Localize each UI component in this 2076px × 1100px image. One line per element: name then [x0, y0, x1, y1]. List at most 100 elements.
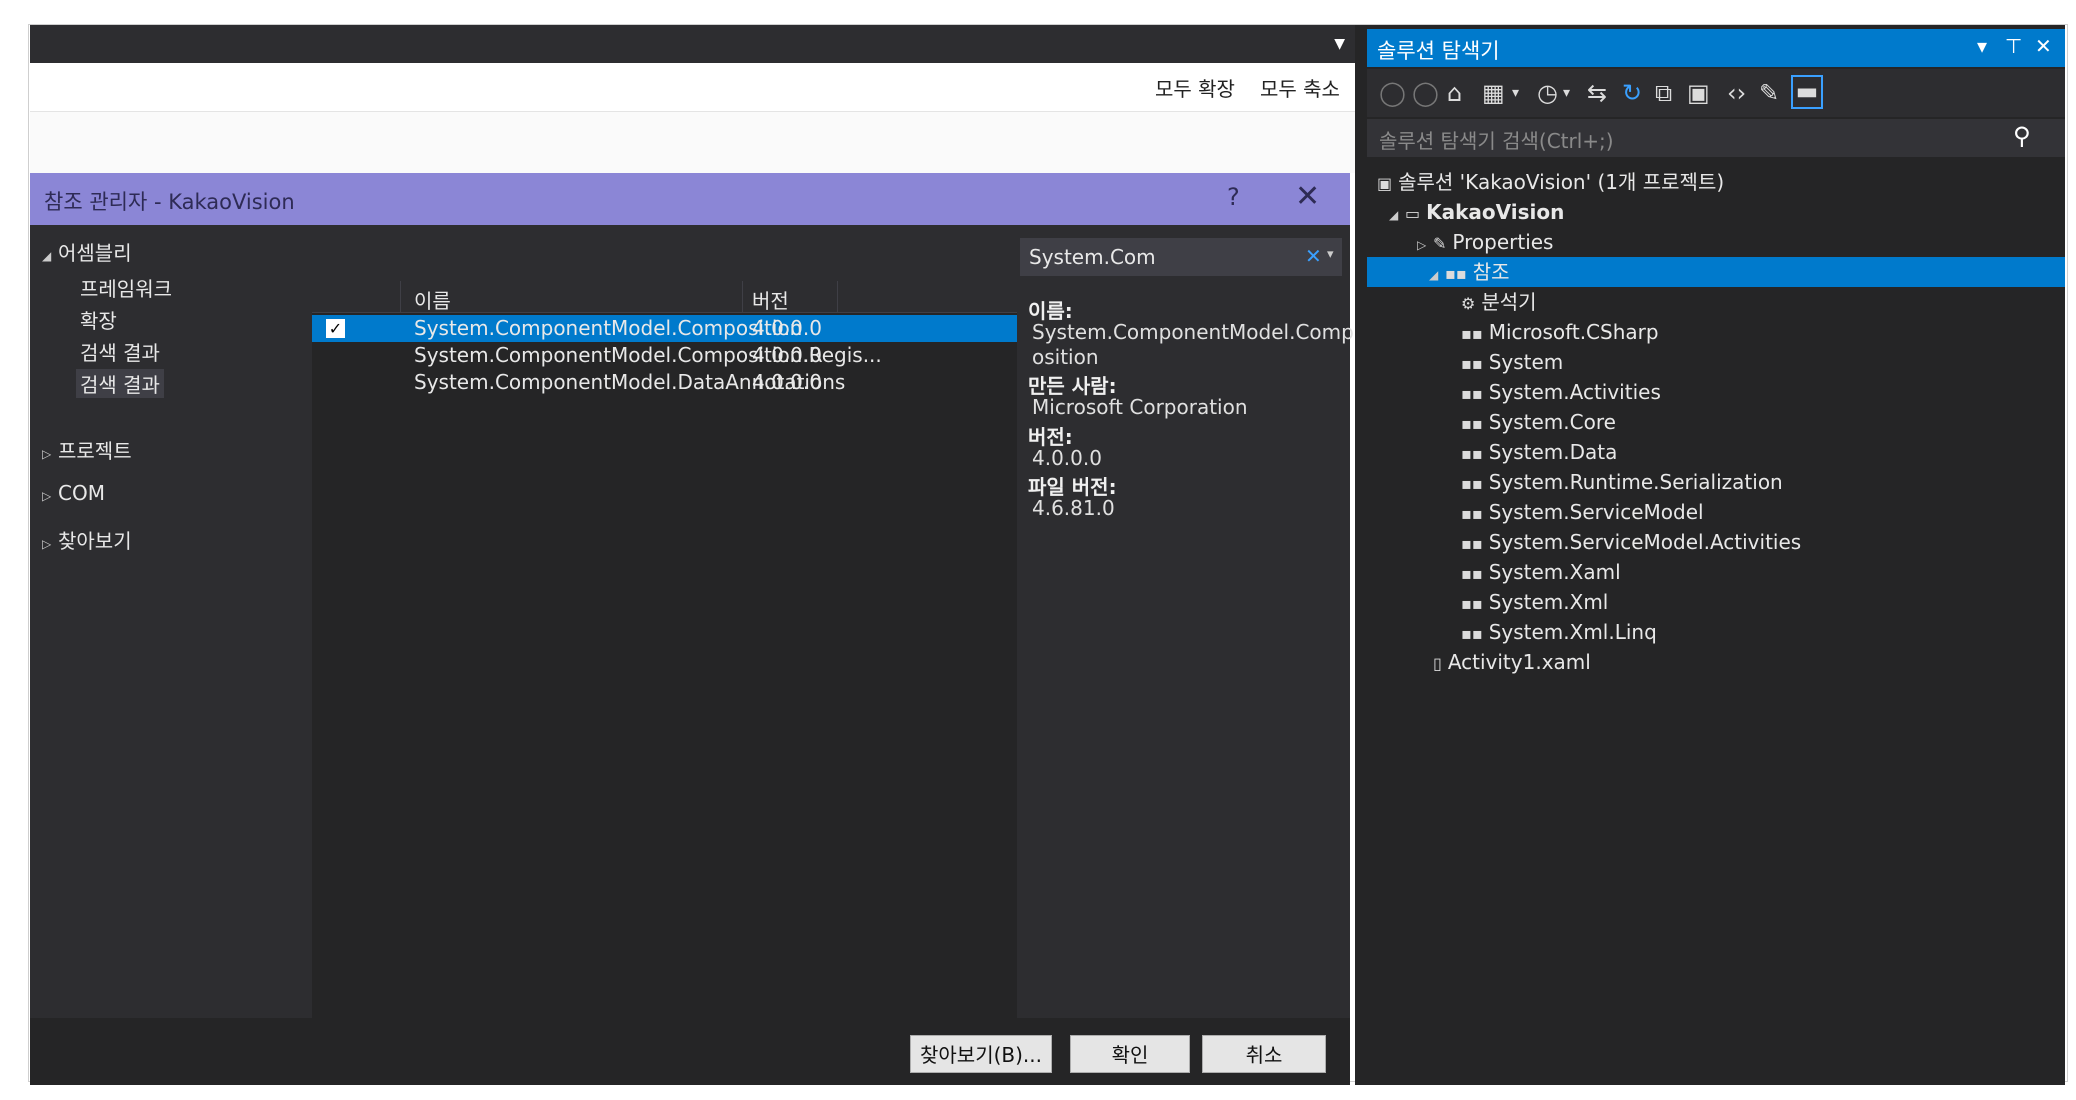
close-icon[interactable]: ✕ [2035, 34, 2052, 58]
expand-collapse-bar: 모두 확장 모두 축소 [30, 63, 1355, 111]
browse-button[interactable]: 찾아보기(B)... [910, 1035, 1052, 1073]
tree-item-reference[interactable]: ▪▪ System.ServiceModel [1461, 497, 1704, 527]
reference-icon: ▪▪ [1461, 444, 1483, 463]
reference-icon: ▪▪ [1461, 564, 1483, 583]
tree-item-solution[interactable]: ▣ 솔루션 'KakaoVision' (1개 프로젝트) [1377, 167, 1724, 197]
assembly-grid: 이름 버전 ✓ System.ComponentModel.Compositio… [312, 281, 1017, 1018]
tree-item-references[interactable]: ◢ ▪▪ 참조 [1367, 257, 2065, 287]
nav-search-results-2[interactable]: 검색 결과 [76, 369, 164, 398]
sync-icon[interactable]: ⇆ [1587, 79, 1607, 107]
tree-item-reference[interactable]: ▪▪ System.Activities [1461, 377, 1661, 407]
chevron-down-icon[interactable]: ▾ [1563, 85, 1570, 101]
search-placeholder: 솔루션 탐색기 검색(Ctrl+;) [1379, 129, 1614, 153]
row-version: 4.0.0.0 [752, 316, 822, 340]
tree-item-analyzers[interactable]: ⚙ 분석기 [1461, 287, 1537, 317]
expanded-triangle-icon: ◢ [1389, 208, 1399, 222]
pin-icon[interactable]: ⊤ [2005, 34, 2022, 58]
solution-icon: ▣ [1377, 174, 1393, 193]
tree-item-reference[interactable]: ▪▪ System [1461, 347, 1563, 377]
column-version-header[interactable]: 버전 [752, 285, 789, 314]
view-code-icon[interactable]: ‹› [1727, 79, 1746, 107]
tree-item-reference[interactable]: ▪▪ System.Runtime.Serialization [1461, 467, 1783, 497]
search-icon[interactable]: ⚲ [2013, 122, 2031, 150]
editor-area [30, 111, 1355, 173]
reference-icon: ▪▪ [1445, 264, 1467, 283]
tree-item-reference[interactable]: ▪▪ System.ServiceModel.Activities [1461, 527, 1801, 557]
nav-assemblies[interactable]: ◢ 어셈블리 [42, 237, 132, 266]
search-dropdown-icon[interactable]: ▾ [1327, 247, 1334, 262]
nav-search-results-1[interactable]: 검색 결과 [80, 337, 160, 366]
expand-all-link[interactable]: 모두 확장 [1155, 73, 1235, 102]
reference-icon: ▪▪ [1461, 354, 1483, 373]
detail-name-line2: osition [1032, 345, 1099, 369]
collapsed-triangle-icon: ▷ [42, 537, 52, 551]
nav-com[interactable]: ▷ COM [42, 481, 105, 505]
solution-explorer-panel: 솔루션 탐색기 ▾ ⊤ ✕ ◯ ◯ ⌂ ▦ ▾ ◷ ▾ ⇆ ↻ ⧉ ▣ ‹› ✎… [1355, 25, 2065, 1085]
caret-down-icon[interactable]: ▼ [1334, 36, 1345, 52]
column-divider [400, 281, 401, 313]
show-all-files-icon[interactable]: ▣ [1687, 79, 1710, 107]
back-icon[interactable]: ◯ [1379, 79, 1406, 107]
analyzer-icon: ⚙ [1461, 294, 1476, 313]
tree-item-reference[interactable]: ▪▪ Microsoft.CSharp [1461, 317, 1659, 347]
reference-manager-dialog: 참조 관리자 - KakaoVision ? ✕ ◢ 어셈블리 프레임워크 확장 … [30, 173, 1354, 1085]
tree-item-reference[interactable]: ▪▪ System.Core [1461, 407, 1616, 437]
reference-icon: ▪▪ [1461, 324, 1483, 343]
nav-framework[interactable]: 프레임워크 [80, 273, 172, 302]
detail-author: Microsoft Corporation [1032, 395, 1248, 419]
xaml-file-icon: ▯ [1433, 654, 1442, 673]
help-button[interactable]: ? [1227, 183, 1240, 211]
tree-item-reference[interactable]: ▪▪ System.Data [1461, 437, 1617, 467]
search-input[interactable]: System.Com ✕ ▾ [1020, 238, 1342, 276]
expanded-triangle-icon: ◢ [42, 249, 52, 263]
document-tab-bar: ▼ [30, 25, 1355, 63]
cancel-button[interactable]: 취소 [1202, 1035, 1326, 1073]
nav-browse[interactable]: ▷ 찾아보기 [42, 525, 132, 554]
search-value: System.Com [1029, 245, 1156, 269]
expanded-triangle-icon: ◢ [1429, 268, 1439, 282]
column-divider [837, 281, 838, 313]
collapsed-triangle-icon: ▷ [42, 447, 52, 461]
tree-item-reference[interactable]: ▪▪ System.Xaml [1461, 557, 1621, 587]
reference-icon: ▪▪ [1461, 624, 1483, 643]
dialog-title-bar: 참조 관리자 - KakaoVision ? ✕ [30, 173, 1350, 225]
dialog-title: 참조 관리자 - KakaoVision [44, 190, 295, 214]
home-icon[interactable]: ⌂ [1447, 79, 1462, 107]
column-name-header[interactable]: 이름 [414, 285, 451, 314]
clear-search-icon[interactable]: ✕ [1305, 244, 1322, 268]
tree-item-properties[interactable]: ▷ ✎ Properties [1417, 227, 1553, 257]
chevron-down-icon[interactable]: ▾ [1512, 85, 1519, 101]
forward-icon[interactable]: ◯ [1412, 79, 1439, 107]
row-name: System.ComponentModel.Composition [414, 316, 803, 340]
nav-extensions[interactable]: 확장 [80, 305, 117, 334]
detail-name-line1: System.ComponentModel.Comp [1032, 320, 1354, 344]
properties-wrench-icon[interactable]: ✎ [1759, 79, 1779, 107]
search-input[interactable]: 솔루션 탐색기 검색(Ctrl+;) ⚲ [1367, 119, 2065, 157]
preview-selected-icon[interactable]: ▬ [1791, 75, 1823, 109]
pending-changes-icon[interactable]: ◷ [1537, 79, 1558, 107]
panel-menu-icon[interactable]: ▾ [1977, 34, 1987, 58]
switch-views-icon[interactable]: ▦ [1482, 79, 1505, 107]
collapse-all-icon[interactable]: ⧉ [1655, 79, 1672, 107]
row-version: 4.0.0.0 [752, 370, 822, 394]
table-row[interactable]: System.ComponentModel.DataAnnotations 4.… [312, 369, 1017, 396]
tree-item-activity[interactable]: ▯ Activity1.xaml [1433, 647, 1591, 677]
table-row[interactable]: ✓ System.ComponentModel.Composition 4.0.… [312, 315, 1017, 342]
tree-item-reference[interactable]: ▪▪ System.Xml [1461, 587, 1608, 617]
close-button[interactable]: ✕ [1295, 179, 1320, 214]
nav-projects[interactable]: ▷ 프로젝트 [42, 435, 132, 464]
reference-icon: ▪▪ [1461, 414, 1483, 433]
reference-icon: ▪▪ [1461, 474, 1483, 493]
refresh-icon[interactable]: ↻ [1622, 79, 1642, 107]
tree-item-project[interactable]: ◢ ▭ KakaoVision [1389, 197, 1564, 227]
collapsed-triangle-icon: ▷ [42, 489, 52, 503]
tree-item-reference[interactable]: ▪▪ System.Xml.Linq [1461, 617, 1657, 647]
wrench-icon: ✎ [1433, 234, 1447, 253]
ok-button[interactable]: 확인 [1070, 1035, 1190, 1073]
reference-icon: ▪▪ [1461, 504, 1483, 523]
table-row[interactable]: System.ComponentModel.Composition.Regis.… [312, 342, 1017, 369]
row-checkbox[interactable]: ✓ [326, 319, 345, 338]
solution-explorer-title-bar: 솔루션 탐색기 ▾ ⊤ ✕ [1367, 29, 2065, 67]
collapse-all-link[interactable]: 모두 축소 [1260, 73, 1340, 102]
row-version: 4.0.0.0 [752, 343, 822, 367]
